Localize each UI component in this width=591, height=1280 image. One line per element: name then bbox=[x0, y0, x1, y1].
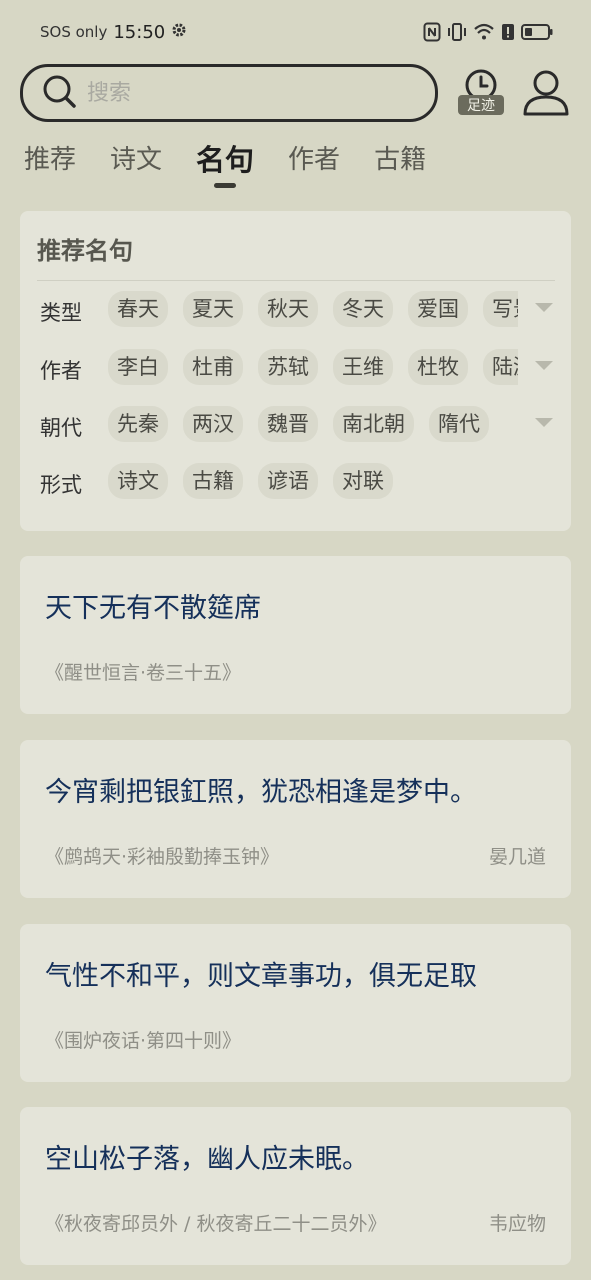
history-label: 足迹 bbox=[458, 95, 504, 115]
filter-row-label: 类型 bbox=[40, 301, 82, 325]
filter-chip[interactable]: 南北朝 bbox=[333, 406, 414, 442]
filter-chip[interactable]: 李白 bbox=[108, 349, 168, 385]
chip-list: 春天 夏天 秋天 冬天 爱国 写景 bbox=[108, 291, 518, 331]
quote-card[interactable]: 气性不和平，则文章事功，俱无足取 《围炉夜话·第四十则》 bbox=[20, 924, 571, 1082]
filter-row-label: 作者 bbox=[40, 359, 82, 383]
history-button[interactable]: 足迹 bbox=[456, 68, 506, 120]
wifi-icon bbox=[473, 23, 495, 41]
filter-row-form: 形式 诗文 古籍 谚语 对联 bbox=[20, 463, 571, 503]
expand-arrow-icon[interactable] bbox=[535, 303, 553, 312]
filter-chip[interactable]: 对联 bbox=[333, 463, 393, 499]
status-bar: SOS only 15:50 bbox=[0, 0, 591, 64]
filter-chip[interactable]: 隋代 bbox=[429, 406, 489, 442]
category-tabs: 推荐 诗文 名句 作者 古籍 bbox=[24, 140, 460, 188]
battery-icon bbox=[521, 23, 553, 41]
quote-card[interactable]: 空山松子落，幽人应未眠。 《秋夜寄邱员外 / 秋夜寄丘二十二员外》 韦应物 bbox=[20, 1107, 571, 1265]
filter-chip[interactable]: 诗文 bbox=[108, 463, 168, 499]
chip-list: 李白 杜甫 苏轼 王维 杜牧 陆游 bbox=[108, 349, 518, 389]
filter-chip[interactable]: 春天 bbox=[108, 291, 168, 327]
quote-source: 《秋夜寄邱员外 / 秋夜寄丘二十二员外》 bbox=[45, 1213, 387, 1235]
filter-chip[interactable]: 古籍 bbox=[183, 463, 243, 499]
filter-chip[interactable]: 陆游 bbox=[483, 349, 518, 385]
vibrate-icon bbox=[447, 22, 467, 42]
quote-text: 天下无有不散筵席 bbox=[45, 593, 261, 624]
status-time: 15:50 bbox=[113, 21, 166, 43]
filter-chip[interactable]: 爱国 bbox=[408, 291, 468, 327]
chip-list: 先秦 两汉 魏晋 南北朝 隋代 bbox=[108, 406, 518, 446]
quote-text: 气性不和平，则文章事功，俱无足取 bbox=[45, 961, 477, 992]
filter-chip[interactable]: 魏晋 bbox=[258, 406, 318, 442]
user-profile-button[interactable] bbox=[522, 68, 570, 118]
quote-source: 《鹧鸪天·彩袖殷勤捧玉钟》 bbox=[45, 846, 280, 868]
filter-chip[interactable]: 杜牧 bbox=[408, 349, 468, 385]
search-bar[interactable] bbox=[20, 64, 438, 122]
search-input[interactable] bbox=[87, 80, 387, 106]
status-right bbox=[423, 22, 553, 42]
gear-icon bbox=[171, 22, 187, 42]
filter-chip[interactable]: 两汉 bbox=[183, 406, 243, 442]
filter-chip[interactable]: 王维 bbox=[333, 349, 393, 385]
filter-chip[interactable]: 谚语 bbox=[258, 463, 318, 499]
quote-text: 空山松子落，幽人应未眠。 bbox=[45, 1144, 369, 1175]
sos-indicator: SOS only bbox=[40, 23, 108, 41]
filter-chip[interactable]: 杜甫 bbox=[183, 349, 243, 385]
filter-chip[interactable]: 秋天 bbox=[258, 291, 318, 327]
quote-card[interactable]: 天下无有不散筵席 《醒世恒言·卷三十五》 bbox=[20, 556, 571, 714]
nfc-icon bbox=[423, 22, 441, 42]
filter-row-author: 作者 李白 杜甫 苏轼 王维 杜牧 陆游 bbox=[20, 349, 571, 389]
tab-authors[interactable]: 作者 bbox=[288, 140, 340, 188]
filter-card: 推荐名句 类型 春天 夏天 秋天 冬天 爱国 写景 作者 李白 杜甫 苏轼 王维… bbox=[20, 211, 571, 531]
quote-text: 今宵剩把银釭照，犹恐相逢是梦中。 bbox=[45, 777, 477, 808]
filter-chip[interactable]: 先秦 bbox=[108, 406, 168, 442]
filter-row-dynasty: 朝代 先秦 两汉 魏晋 南北朝 隋代 bbox=[20, 406, 571, 446]
filter-row-label: 朝代 bbox=[40, 416, 82, 440]
expand-arrow-icon[interactable] bbox=[535, 361, 553, 370]
user-icon bbox=[522, 70, 570, 122]
filter-chip[interactable]: 苏轼 bbox=[258, 349, 318, 385]
signal-alert-icon bbox=[501, 22, 515, 42]
status-left: SOS only 15:50 bbox=[40, 22, 187, 43]
filter-row-type: 类型 春天 夏天 秋天 冬天 爱国 写景 bbox=[20, 291, 571, 331]
quote-author: 韦应物 bbox=[488, 1213, 546, 1235]
quote-card[interactable]: 今宵剩把银釭照，犹恐相逢是梦中。 《鹧鸪天·彩袖殷勤捧玉钟》 晏几道 bbox=[20, 740, 571, 898]
filter-chip[interactable]: 冬天 bbox=[333, 291, 393, 327]
filter-chip[interactable]: 夏天 bbox=[183, 291, 243, 327]
quote-source: 《醒世恒言·卷三十五》 bbox=[45, 662, 242, 684]
divider bbox=[37, 280, 555, 281]
expand-arrow-icon[interactable] bbox=[535, 418, 553, 427]
filter-row-label: 形式 bbox=[40, 473, 82, 497]
quote-source: 《围炉夜话·第四十则》 bbox=[45, 1030, 242, 1052]
tab-poems[interactable]: 诗文 bbox=[110, 140, 162, 188]
chip-list: 诗文 古籍 谚语 对联 bbox=[108, 463, 518, 503]
tab-famous-lines[interactable]: 名句 bbox=[196, 140, 254, 188]
tab-classics[interactable]: 古籍 bbox=[374, 140, 426, 188]
tab-recommend[interactable]: 推荐 bbox=[24, 140, 76, 188]
filter-title: 推荐名句 bbox=[37, 237, 133, 265]
search-icon bbox=[41, 73, 77, 113]
quote-author: 晏几道 bbox=[488, 846, 546, 868]
filter-chip[interactable]: 写景 bbox=[483, 291, 518, 327]
